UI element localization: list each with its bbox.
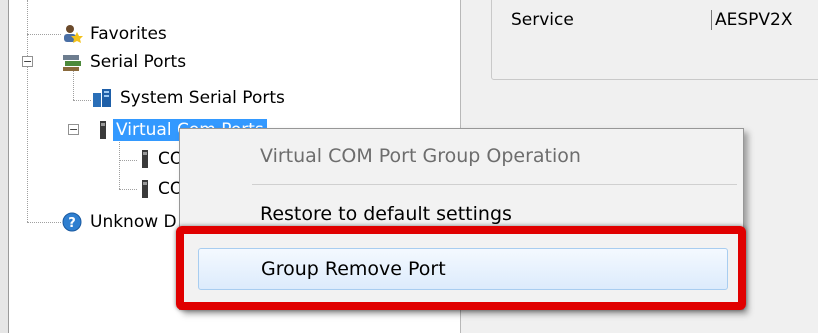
tree-line: [73, 100, 91, 101]
property-value[interactable]: AESPV2X: [711, 10, 793, 30]
tree-item-label: System Serial Ports: [120, 88, 285, 108]
property-name: Service: [511, 10, 574, 30]
window-edge: [0, 0, 9, 333]
tree-item-label: Unknow D: [90, 212, 177, 232]
tree-item-system-serial-ports[interactable]: System Serial Ports: [91, 84, 288, 112]
tree-item-label: Favorites: [90, 24, 167, 44]
tree-item-favorites[interactable]: Favorites: [61, 20, 170, 48]
tree-line: [27, 34, 61, 35]
tree-item-serial-ports[interactable]: Serial Ports: [61, 48, 189, 76]
tree-item-unknown-devices[interactable]: ? Unknow D: [61, 208, 180, 236]
svg-text:?: ?: [68, 216, 76, 231]
tree-line: [27, 222, 61, 223]
menu-separator: [252, 184, 737, 185]
help-icon: ?: [61, 211, 83, 233]
collapse-icon[interactable]: −: [22, 56, 33, 67]
tree-item-label: Serial Ports: [90, 52, 187, 72]
tree-line: [119, 189, 137, 190]
menu-header: Virtual COM Port Group Operation: [260, 145, 581, 167]
virtual-port-icon: [97, 119, 109, 141]
favorites-icon: [61, 23, 83, 45]
system-ports-icon: [91, 87, 113, 109]
annotation-highlight: [176, 226, 746, 310]
tree-line: [119, 160, 137, 161]
serial-ports-icon: [61, 51, 83, 73]
port-icon: [139, 178, 151, 200]
port-icon: [139, 148, 151, 170]
collapse-icon[interactable]: −: [68, 124, 79, 135]
